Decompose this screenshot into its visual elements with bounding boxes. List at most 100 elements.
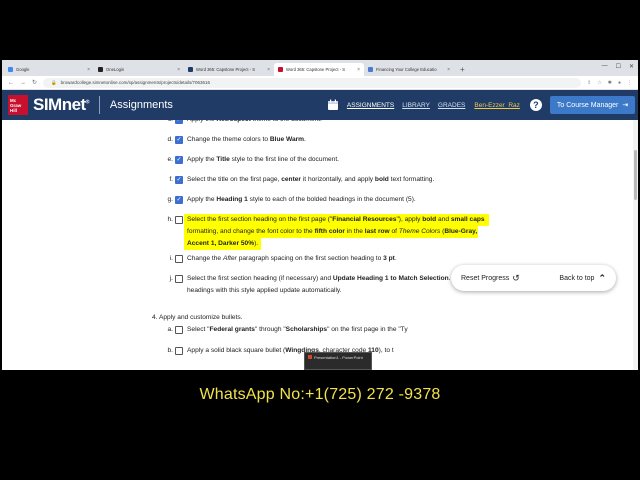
step-checkbox[interactable]: ✓ <box>175 120 183 124</box>
step-text: Select "Federal grants" through "Scholar… <box>187 324 408 336</box>
favicon-icon <box>368 67 373 72</box>
item-letter: a. <box>167 326 174 333</box>
tab-label: Financing Your College Educatio <box>376 67 437 72</box>
floating-action-bar: Reset Progress ↺ Back to top ⌃ <box>451 265 616 291</box>
step-checkbox[interactable]: ✓ <box>175 156 183 164</box>
reset-progress-button[interactable]: Reset Progress ↺ <box>461 273 520 284</box>
text-run: " through " <box>254 326 286 333</box>
text-run: bold <box>422 216 437 223</box>
back-icon[interactable]: ← <box>8 80 14 86</box>
calendar-icon[interactable] <box>327 99 339 111</box>
close-icon[interactable]: ✕ <box>629 63 634 70</box>
brand-mark: ® <box>85 99 90 106</box>
text-run: Select " <box>187 326 210 333</box>
nav-grades[interactable]: GRADES <box>438 102 465 109</box>
reset-progress-label: Reset Progress <box>461 274 510 282</box>
tab-close-icon[interactable]: × <box>177 67 180 73</box>
nav-library[interactable]: LIBRARY <box>402 102 430 109</box>
star-icon[interactable]: ☆ <box>597 80 601 86</box>
text-run: Title <box>216 156 230 163</box>
nav-assignments[interactable]: ASSIGNMENTS <box>347 102 394 109</box>
text-run: Change the theme colors to <box>187 136 270 143</box>
tab-close-icon[interactable]: × <box>447 67 450 73</box>
text-run: Select the first section heading on the … <box>187 216 333 223</box>
video-frame: Google × OneLogin × Word 365: Capstone Proje… <box>0 0 640 480</box>
simnet-brand: SIMnet® <box>33 95 89 115</box>
text-run: . <box>394 255 397 262</box>
user-link[interactable]: Ben-Ezzer_Raz <box>474 102 520 109</box>
maximize-icon[interactable]: ☐ <box>616 63 621 70</box>
text-run: Blue-Gray, <box>444 228 478 235</box>
text-run: Change the <box>187 255 223 262</box>
course-manager-button[interactable]: To Course Manager ⇥ <box>549 96 636 114</box>
step-text: Change the theme colors to Blue Warm. <box>187 134 306 146</box>
scrollbar-thumb[interactable] <box>634 150 637 200</box>
text-run: small caps <box>450 216 485 223</box>
step-checkbox[interactable]: ✓ <box>175 136 183 144</box>
step-checkbox[interactable] <box>175 347 183 355</box>
whatsapp-overlay: WhatsApp No:+1(725) 272 -9378 <box>199 386 441 403</box>
text-run: Scholarships <box>285 326 328 333</box>
new-tab-button[interactable]: + <box>460 63 465 76</box>
browser-tab[interactable]: Google × <box>4 63 94 76</box>
browser-tab[interactable]: Word 365: Capstone Project - S × <box>184 63 274 76</box>
step-checkbox[interactable] <box>175 255 183 263</box>
url-field[interactable]: 🔒 browardcollege.simnetonline.com/sp/ass… <box>43 77 582 88</box>
text-run: Update Heading 1 to Match Selection <box>332 275 449 282</box>
tab-close-icon[interactable]: × <box>267 67 270 73</box>
taskbar-thumbnail[interactable]: Presentation1 - PowerPoint <box>304 352 372 370</box>
step-text-line: Accent 1, Darker 50%). <box>184 238 262 250</box>
text-run: text formatting. <box>388 176 435 183</box>
text-run: Blue Warm <box>269 136 305 143</box>
menu-icon[interactable]: ⋮ <box>627 80 632 86</box>
section-heading: 4. Apply and customize bullets. <box>152 314 243 321</box>
browser-tab[interactable]: Word 365: Capstone Project - S × <box>274 63 364 76</box>
share-icon[interactable]: ⇪ <box>587 80 591 86</box>
puzzle-icon[interactable]: ✱ <box>608 80 612 86</box>
step-checkbox[interactable] <box>175 275 183 283</box>
scrollbar[interactable] <box>633 120 638 370</box>
step-checkbox[interactable]: ✓ <box>175 176 183 184</box>
text-run: theme to the document. <box>251 120 322 123</box>
browser-tab[interactable]: Financing Your College Educatio × <box>364 63 454 76</box>
text-run: Theme Colors <box>398 228 441 235</box>
course-manager-label: To Course Manager <box>556 101 619 109</box>
text-run: in the <box>344 228 365 235</box>
powerpoint-icon <box>308 355 312 359</box>
item-letter: e. <box>167 156 174 163</box>
step-text-line: formatting, and change the font color to… <box>184 226 479 238</box>
back-to-top-button[interactable]: Back to top ⌃ <box>559 273 606 284</box>
step-text-line: Select the first section heading on the … <box>184 214 489 226</box>
text-run: Financial Resources <box>332 216 397 223</box>
text-run: and <box>436 216 451 223</box>
simnet-header: Mc Graw Hill SIMnet® Assignments ASSIGNM… <box>2 90 638 120</box>
step-text: Select the title on the first page, cent… <box>187 174 434 186</box>
step-checkbox[interactable] <box>175 216 183 224</box>
text-run: it horizontally, and apply <box>301 176 375 183</box>
lock-icon: 🔒 <box>51 79 57 85</box>
text-run: Accent 1, Darker 50% <box>187 240 255 247</box>
text-run: Apply the <box>187 156 217 163</box>
browser-window: Google × OneLogin × Word 365: Capstone Proje… <box>2 60 638 370</box>
tab-label: Word 365: Capstone Project - S <box>196 67 256 72</box>
forward-icon[interactable]: → <box>20 80 26 86</box>
text-run: Apply a solid black square bullet ( <box>187 347 286 354</box>
mcgraw-hill-logo: Mc Graw Hill <box>8 95 28 115</box>
item-letter: i. <box>169 255 173 262</box>
tab-close-icon[interactable]: × <box>87 67 90 73</box>
profile-icon[interactable]: ● <box>618 80 621 86</box>
text-run: 3 pt <box>383 255 395 262</box>
minimize-icon[interactable]: — <box>602 63 608 70</box>
step-checkbox[interactable]: ✓ <box>175 196 183 204</box>
tab-close-icon[interactable]: × <box>357 67 360 73</box>
browser-tab[interactable]: OneLogin × <box>94 63 184 76</box>
favicon-icon <box>278 67 283 72</box>
reload-icon[interactable]: ↻ <box>32 79 37 86</box>
step-text: Apply the Retrospect theme to the docume… <box>187 120 322 126</box>
item-letter: j. <box>169 275 173 282</box>
help-icon[interactable]: ? <box>529 99 542 111</box>
extensions-area: ⇪ ☆ ✱ ● ⋮ <box>587 80 632 86</box>
item-letter: b. <box>167 347 174 354</box>
text-run: style to the first line of the document. <box>229 156 339 163</box>
step-checkbox[interactable] <box>175 326 183 334</box>
